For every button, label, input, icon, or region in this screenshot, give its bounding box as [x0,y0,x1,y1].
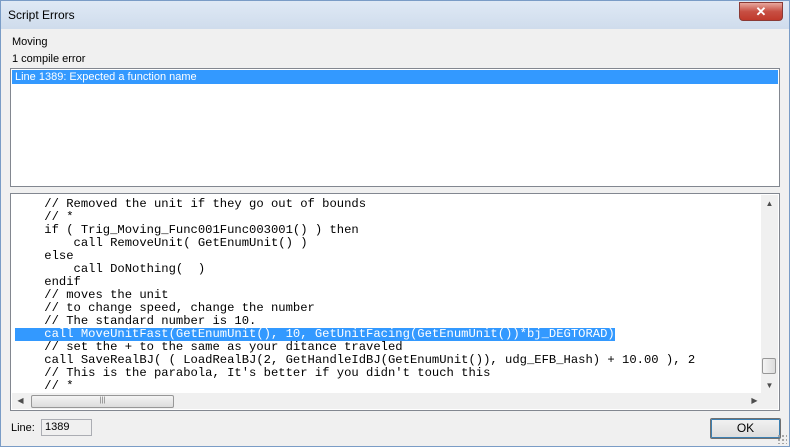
error-count: 1 compile error [12,53,86,65]
trigger-name: Moving [12,36,48,48]
code-view[interactable]: // Removed the unit if they go out of bo… [10,193,780,411]
resize-grip-icon[interactable] [777,434,787,444]
vertical-scroll-thumb[interactable] [762,358,776,374]
scrollbar-corner [761,393,778,409]
error-list[interactable]: Line 1389: Expected a function name [10,68,780,187]
horizontal-scroll-thumb[interactable]: ||| [31,395,174,408]
error-list-item[interactable]: Line 1389: Expected a function name [12,70,778,84]
scroll-down-icon[interactable]: ▼ [761,377,778,394]
horizontal-scrollbar[interactable]: ◀ ||| ▶ [12,393,763,409]
line-label: Line: [11,422,35,434]
vertical-scrollbar[interactable]: ▲ ▼ [761,195,778,394]
window-title: Script Errors [8,8,75,22]
close-button[interactable]: ✕ [739,2,783,21]
title-bar[interactable]: Script Errors ✕ [1,1,789,29]
code-text-area[interactable]: // Removed the unit if they go out of bo… [12,195,763,395]
scroll-left-icon[interactable]: ◀ [12,393,29,409]
code-line[interactable]: // * [15,380,73,393]
line-number-field: 1389 [41,419,92,436]
script-errors-dialog: Script Errors ✕ Moving 1 compile error L… [0,0,790,447]
ok-button[interactable]: OK [710,418,781,439]
scroll-up-icon[interactable]: ▲ [761,195,778,212]
code-line[interactable]: // This is the parabola, It's better if … [15,367,490,380]
